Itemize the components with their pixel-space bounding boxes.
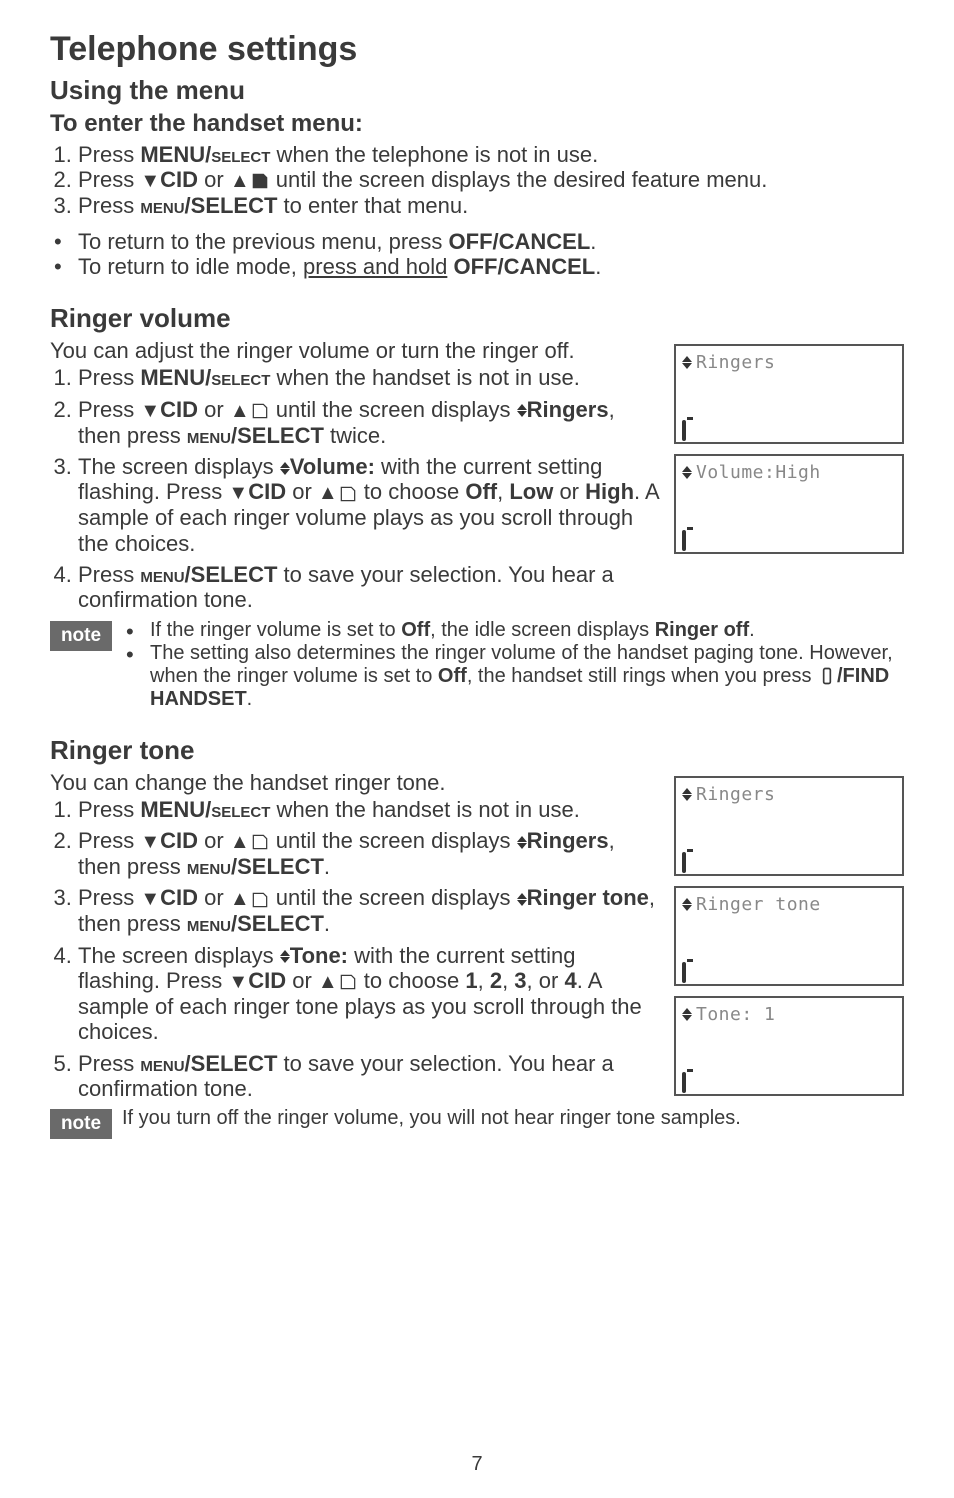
note-badge: note xyxy=(50,1109,112,1139)
subheading-enter-handset-menu: To enter the handset menu: xyxy=(50,110,904,138)
section-heading-ringer-volume: Ringer volume xyxy=(50,303,904,334)
lcd-text: Tone: 1 xyxy=(696,1004,775,1025)
lcd-screen-ringer-tone: Ringer tone xyxy=(674,886,904,986)
directory-icon xyxy=(338,972,358,992)
volume-step: Press MENU/select when the handset is no… xyxy=(78,365,660,390)
lcd-screen-ringers: Ringers xyxy=(674,776,904,876)
lcd-text: Ringers xyxy=(696,784,775,805)
ringer-tone-steps: Press MENU/select when the handset is no… xyxy=(50,797,660,1101)
directory-icon xyxy=(250,401,270,421)
menu-step: Press ▼CID or ▲ until the screen display… xyxy=(78,167,904,193)
directory-icon xyxy=(250,171,270,191)
section-heading-using-menu: Using the menu xyxy=(50,75,904,106)
battery-icon xyxy=(682,852,686,873)
return-item: To return to idle mode, press and hold O… xyxy=(50,254,904,279)
section-heading-ringer-tone: Ringer tone xyxy=(50,735,904,766)
ringer-volume-steps: Press MENU/select when the handset is no… xyxy=(50,365,660,612)
note-text: If you turn off the ringer volume, you w… xyxy=(122,1107,904,1130)
lcd-text: Volume:High xyxy=(696,462,821,483)
lcd-screen-volume: Volume:High xyxy=(674,454,904,554)
menu-step: Press menu/SELECT to enter that menu. xyxy=(78,193,904,218)
directory-icon xyxy=(338,484,358,504)
page-number: 7 xyxy=(0,1453,954,1476)
ringer-volume-intro: You can adjust the ringer volume or turn… xyxy=(50,338,660,363)
note-item: The setting also determines the ringer v… xyxy=(122,642,904,711)
lcd-text: Ringers xyxy=(696,352,775,373)
lcd-text: Ringer tone xyxy=(696,894,821,915)
menu-step: Press MENU/select when the telephone is … xyxy=(78,142,904,167)
lcd-screen-ringers: Ringers xyxy=(674,344,904,444)
directory-icon xyxy=(250,890,270,910)
return-item: To return to the previous menu, press OF… xyxy=(50,229,904,254)
note-badge: note xyxy=(50,621,112,651)
battery-icon xyxy=(682,530,686,551)
ringer-tone-intro: You can change the handset ringer tone. xyxy=(50,770,660,795)
lcd-screen-tone: Tone: 1 xyxy=(674,996,904,1096)
menu-steps-list: Press MENU/select when the telephone is … xyxy=(50,142,904,219)
tone-step: Press ▼CID or ▲ until the screen display… xyxy=(78,885,660,936)
volume-step: Press ▼CID or ▲ until the screen display… xyxy=(78,397,660,448)
menu-returns-list: To return to the previous menu, press OF… xyxy=(50,229,904,280)
tone-step: Press MENU/select when the handset is no… xyxy=(78,797,660,822)
directory-icon xyxy=(250,832,270,852)
volume-step: Press menu/SELECT to save your selection… xyxy=(78,562,660,613)
note-item: If the ringer volume is set to Off, the … xyxy=(122,619,904,642)
battery-icon xyxy=(682,962,686,983)
tone-step: Press ▼CID or ▲ until the screen display… xyxy=(78,828,660,879)
battery-icon xyxy=(682,1072,686,1093)
tone-step: Press menu/SELECT to save your selection… xyxy=(78,1051,660,1102)
page-title: Telephone settings xyxy=(50,30,904,69)
note-list: If the ringer volume is set to Off, the … xyxy=(122,619,904,711)
tone-step: The screen displays Tone: with the curre… xyxy=(78,943,660,1045)
battery-icon xyxy=(682,420,686,441)
handset-icon xyxy=(817,666,837,686)
volume-step: The screen displays Volume: with the cur… xyxy=(78,454,660,556)
